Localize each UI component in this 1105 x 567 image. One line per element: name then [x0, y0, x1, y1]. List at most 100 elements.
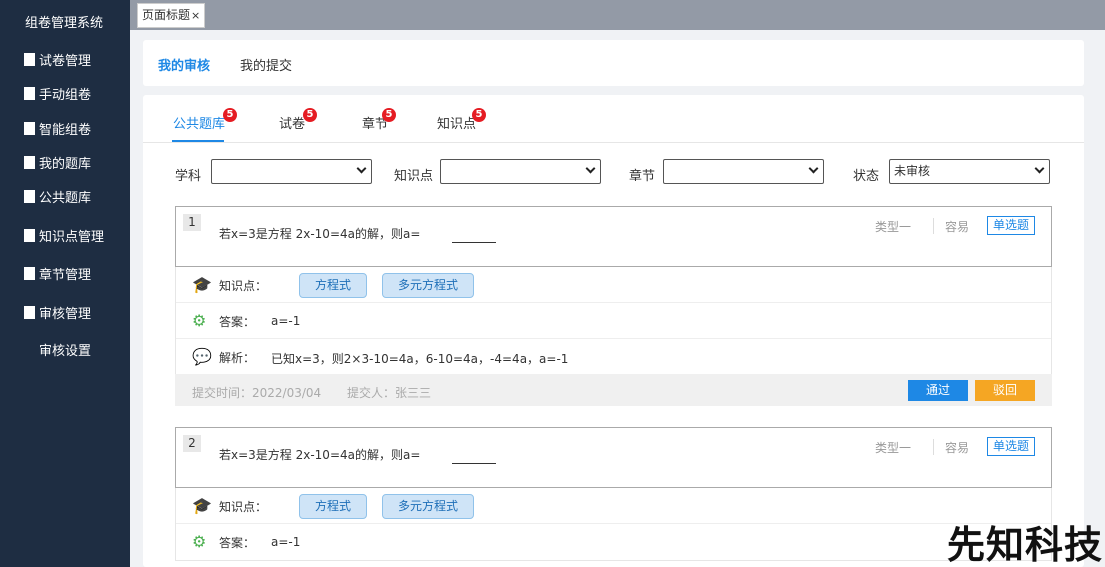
- question-type: 类型一: [875, 441, 912, 455]
- divider: [933, 218, 934, 234]
- sidebar-item-chapter-management[interactable]: 章节管理: [24, 262, 91, 284]
- submitter: 提交人：张三三: [347, 386, 432, 400]
- sidebar-item-knowledge-management[interactable]: 知识点管理: [24, 224, 104, 246]
- question-number: 2: [183, 435, 201, 452]
- sidebar-item-label: 审核管理: [39, 306, 92, 322]
- count-badge: 5: [382, 108, 396, 122]
- sidebar-item-smart-compose[interactable]: 智能组卷: [24, 117, 91, 139]
- chevron-down-icon: [1034, 163, 1045, 174]
- reject-button[interactable]: 驳回: [975, 380, 1035, 401]
- answer-value: a=-1: [271, 535, 301, 549]
- question-text: 若x=3是方程 2x-10=4a的解，则a=: [219, 227, 421, 241]
- question-card: 1 若x=3是方程 2x-10=4a的解，则a= 类型一 容易 单选题 🎓 知识…: [175, 206, 1052, 406]
- knowledge-tag[interactable]: 方程式: [299, 273, 368, 298]
- tab-knowledge[interactable]: 知识点 5: [437, 108, 486, 132]
- answer-value: a=-1: [271, 314, 301, 328]
- knowledge-label: 知识点：: [219, 279, 268, 293]
- knowledge-tag[interactable]: 多元方程式: [382, 494, 475, 519]
- question-details: 🎓 知识点： 方程式 多元方程式 ⚙ 答案： a=-1: [175, 488, 1052, 561]
- question-header: 2 若x=3是方程 2x-10=4a的解，则a= 类型一 容易 单选题: [175, 427, 1052, 488]
- knowledge-label: 知识点：: [219, 500, 268, 514]
- tab-label: 公共题库: [173, 117, 226, 132]
- sidebar-item-my-bank[interactable]: 我的题库: [24, 151, 91, 173]
- subject-label: 学科: [175, 169, 202, 184]
- answer-row: ⚙ 答案： a=-1: [176, 524, 1051, 560]
- divider: [933, 439, 934, 455]
- knowledge-select[interactable]: [440, 159, 601, 184]
- sidebar-item-label: 审核设置: [39, 343, 92, 359]
- status-select[interactable]: 未审核: [889, 159, 1050, 184]
- sidebar: 组卷管理系统 试卷管理 手动组卷 智能组卷 我的题库 公共题库 知识点管理 章节…: [0, 0, 130, 567]
- question-type: 类型一: [875, 220, 912, 234]
- tab-my-submission[interactable]: 我的提交: [240, 55, 292, 74]
- gears-icon: ⚙: [192, 311, 207, 330]
- question-difficulty: 容易: [945, 220, 970, 234]
- sidebar-item-review-management[interactable]: 审核管理: [24, 301, 91, 323]
- review-panel: 公共题库 5 试卷 5 章节 5 知识点 5 学科 知识点 章节 状态 未审核 1 若x…: [143, 95, 1084, 567]
- answer-blank: [452, 242, 496, 243]
- sidebar-item-label: 试卷管理: [39, 53, 92, 69]
- analysis-row: 💬 解析： 已知x=3，则2×3-10=4a，6-10=4a，-4=4a，a=-…: [176, 339, 1051, 375]
- page-tab[interactable]: 页面标题 ×: [137, 3, 206, 28]
- question-header: 1 若x=3是方程 2x-10=4a的解，则a= 类型一 容易 单选题: [175, 206, 1052, 267]
- answer-label: 答案：: [219, 315, 256, 329]
- count-badge: 5: [303, 108, 317, 122]
- answer-row: ⚙ 答案： a=-1: [176, 303, 1051, 339]
- status-label: 状态: [853, 169, 880, 184]
- analysis-label: 解析：: [219, 351, 256, 365]
- count-badge: 5: [472, 108, 486, 122]
- tab-bar: 页面标题 ×: [130, 0, 1105, 30]
- menu-square-icon: [24, 86, 35, 100]
- close-icon[interactable]: ×: [191, 4, 200, 27]
- knowledge-label: 知识点: [394, 169, 434, 184]
- watermark: 先知科技: [946, 523, 1103, 567]
- question-kind-tag: 单选题: [987, 437, 1036, 456]
- menu-square-icon: [24, 189, 35, 203]
- tab-public-bank[interactable]: 公共题库 5: [173, 108, 237, 132]
- knowledge-tag[interactable]: 方程式: [299, 494, 368, 519]
- chevron-down-icon: [808, 163, 819, 174]
- question-difficulty: 容易: [945, 441, 970, 455]
- analysis-value: 已知x=3，则2×3-10=4a，6-10=4a，-4=4a，a=-1: [271, 352, 569, 366]
- question-text: 若x=3是方程 2x-10=4a的解，则a=: [219, 448, 421, 462]
- tab-label: 试卷: [279, 117, 306, 132]
- tab-paper[interactable]: 试卷 5: [279, 108, 317, 132]
- knowledge-row: 🎓 知识点： 方程式 多元方程式: [176, 488, 1051, 524]
- menu-square-icon: [24, 155, 35, 169]
- category-tabs: 公共题库 5 试卷 5 章节 5 知识点 5: [143, 95, 1084, 143]
- menu-square-icon: [24, 305, 35, 319]
- chevron-down-icon: [356, 163, 367, 174]
- question-footer: 提交时间：2022/03/04 提交人：张三三 通过 驳回: [175, 374, 1052, 406]
- graduation-cap-icon: 🎓: [192, 496, 212, 515]
- active-tab-indicator: [172, 140, 224, 142]
- sidebar-item-label: 我的题库: [39, 156, 92, 172]
- knowledge-tag[interactable]: 多元方程式: [382, 273, 475, 298]
- chapter-label: 章节: [629, 169, 656, 184]
- sidebar-item-paper-management[interactable]: 试卷管理: [24, 48, 91, 70]
- gears-icon: ⚙: [192, 532, 207, 551]
- chapter-select[interactable]: [663, 159, 824, 184]
- graduation-cap-icon: 🎓: [192, 275, 212, 294]
- submit-time: 提交时间：2022/03/04: [192, 386, 322, 400]
- sidebar-item-label: 知识点管理: [39, 229, 105, 245]
- sidebar-item-review-settings[interactable]: 审核设置: [39, 338, 91, 360]
- answer-label: 答案：: [219, 536, 256, 550]
- answer-blank: [452, 463, 496, 464]
- menu-square-icon: [24, 121, 35, 135]
- menu-square-icon: [24, 228, 35, 242]
- menu-square-icon: [24, 52, 35, 66]
- tab-chapter[interactable]: 章节 5: [362, 108, 396, 132]
- chat-bubbles-icon: 💬: [192, 347, 212, 366]
- subject-select[interactable]: [211, 159, 372, 184]
- sidebar-item-label: 章节管理: [39, 267, 92, 283]
- count-badge: 5: [223, 108, 237, 122]
- tab-my-review[interactable]: 我的审核: [158, 55, 210, 74]
- question-card: 2 若x=3是方程 2x-10=4a的解，则a= 类型一 容易 单选题 🎓 知识…: [175, 427, 1052, 567]
- pass-button[interactable]: 通过: [908, 380, 968, 401]
- sidebar-item-public-bank[interactable]: 公共题库: [24, 185, 91, 207]
- knowledge-row: 🎓 知识点： 方程式 多元方程式: [176, 267, 1051, 303]
- sidebar-item-manual-compose[interactable]: 手动组卷: [24, 82, 91, 104]
- question-details: 🎓 知识点： 方程式 多元方程式 ⚙ 答案： a=-1 💬 解析： 已知x=3，…: [175, 267, 1052, 376]
- app-title: 组卷管理系统: [25, 16, 104, 31]
- question-number: 1: [183, 214, 201, 231]
